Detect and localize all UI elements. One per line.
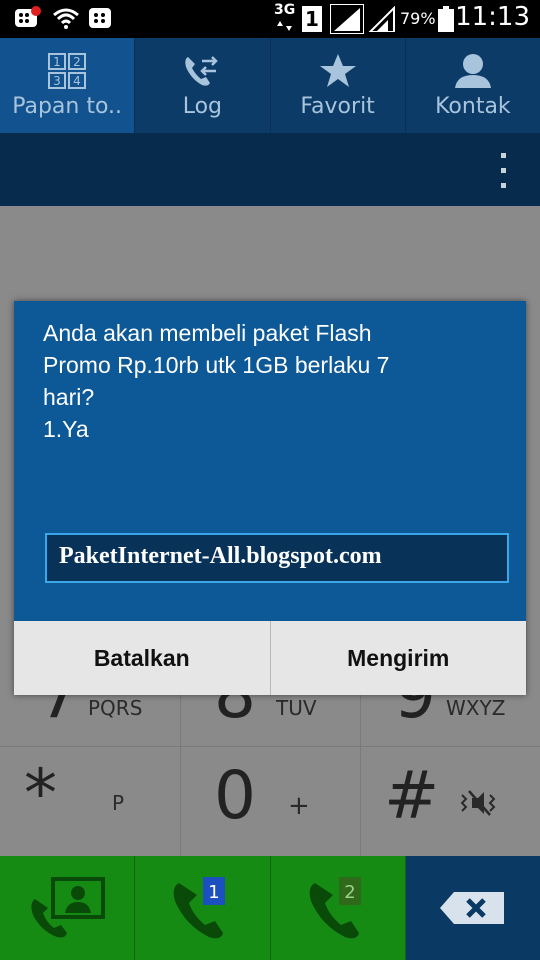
svg-text:3: 3 [53,74,61,88]
tab-contacts[interactable]: Kontak [406,38,540,133]
cancel-button[interactable]: Batalkan [14,621,271,695]
svg-text:4: 4 [73,74,81,88]
signal-icon [368,6,395,32]
key-star[interactable]: * P [0,747,181,856]
star-icon [318,52,358,90]
backspace-button[interactable] [405,856,540,960]
wifi-icon [53,8,79,29]
signal-icon [330,4,364,34]
tab-log[interactable]: Log [135,38,271,133]
svg-text:2: 2 [73,55,81,69]
tab-keypad[interactable]: 1 2 3 4 Papan to.. [0,38,136,133]
mute-vibrate-icon [460,790,496,816]
overflow-menu-icon[interactable] [498,153,508,191]
video-call-icon [31,877,106,938]
sim1-icon: 1 [302,6,322,32]
call-sim1-button[interactable]: 1 [135,856,271,960]
tab-label: Kontak [435,94,511,119]
action-bar [0,133,540,206]
video-call-button[interactable] [0,856,136,960]
network-3g-icon: 3G [274,2,296,18]
key-0[interactable]: 0 + [180,747,361,856]
tab-label: Log [182,94,223,119]
bbm-notification-icon [15,6,41,27]
tab-favorites[interactable]: Favorit [271,38,406,133]
backspace-icon [439,892,504,924]
data-arrows-icon [277,21,292,31]
call-sim2-icon: 2 [309,877,361,939]
bbm-icon [89,8,111,28]
key-hash[interactable]: # [360,747,540,856]
battery-icon [438,6,454,32]
sim2-label: 2 [344,882,355,903]
ussd-reply-input[interactable]: PaketInternet-All.blogspot.com [45,533,509,583]
svg-text:1: 1 [53,55,61,69]
keypad-icon: 1 2 3 4 [48,52,87,90]
dialog-body: Anda akan membeli paket Flash Promo Rp.1… [14,301,526,621]
dialog-buttons: Batalkan Mengirim [14,621,526,695]
dialer-tabs: 1 2 3 4 Papan to.. Log Favorit Kontak [0,38,540,133]
sim1-label: 1 [209,882,220,903]
send-button[interactable]: Mengirim [271,621,527,695]
ussd-dialog: Anda akan membeli paket Flash Promo Rp.1… [14,301,526,695]
tab-label: Papan to.. [12,94,123,119]
call-sim2-button[interactable]: 2 [270,856,406,960]
tab-label: Favorit [300,94,375,119]
call-button-bar: 1 2 [0,856,540,960]
call-sim1-icon: 1 [174,877,226,939]
dialog-message: Anda akan membeli paket Flash Promo Rp.1… [43,320,390,442]
call-log-icon [182,52,222,90]
contact-icon [453,52,493,90]
battery-percent: 79% [400,9,436,28]
clock: 11:13 [455,2,530,32]
status-bar: 3G 1 79% 11:13 [0,0,540,38]
